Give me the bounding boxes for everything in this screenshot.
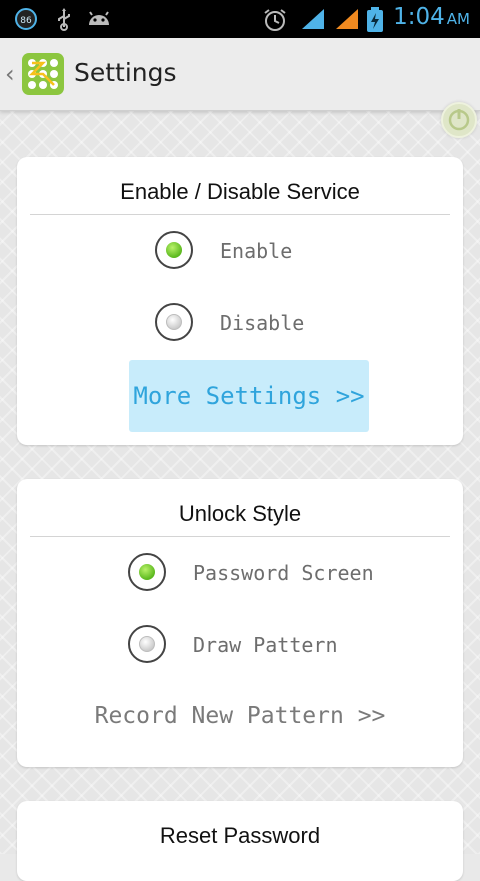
status-time: 1:04 AM bbox=[393, 4, 470, 30]
status-time-ampm: AM bbox=[446, 10, 470, 28]
power-button[interactable] bbox=[441, 102, 477, 138]
alarm-icon bbox=[262, 7, 286, 31]
power-icon bbox=[448, 109, 470, 131]
android-icon bbox=[86, 7, 110, 31]
cell-signal-icon bbox=[334, 7, 358, 31]
draw-pattern-radio[interactable] bbox=[128, 625, 166, 663]
action-bar: ‹ Settings bbox=[0, 38, 480, 111]
status-time-value: 1:04 bbox=[393, 4, 445, 30]
battery-charging-icon bbox=[366, 7, 384, 32]
wifi-signal-icon bbox=[300, 7, 324, 31]
disable-radio-dot bbox=[166, 314, 182, 330]
draw-pattern-label[interactable]: Draw Pattern bbox=[193, 633, 338, 657]
password-screen-radio-dot bbox=[139, 564, 155, 580]
back-caret-icon[interactable]: ‹ bbox=[5, 60, 15, 88]
service-card-title: Enable / Disable Service bbox=[120, 179, 360, 204]
notification-badge-icon: 86 bbox=[14, 7, 38, 31]
enable-radio-dot bbox=[166, 242, 182, 258]
usb-icon bbox=[52, 7, 76, 31]
service-card: Enable / Disable Service Enable Disable … bbox=[17, 157, 463, 445]
enable-label[interactable]: Enable bbox=[220, 239, 292, 263]
notification-badge-count: 86 bbox=[20, 16, 32, 26]
app-pattern-icon[interactable] bbox=[22, 53, 64, 95]
unlock-style-divider bbox=[30, 536, 450, 537]
password-screen-radio[interactable] bbox=[128, 553, 166, 591]
password-screen-label[interactable]: Password Screen bbox=[193, 561, 374, 585]
more-settings-button[interactable]: More Settings >> bbox=[129, 360, 369, 432]
disable-radio[interactable] bbox=[155, 303, 193, 341]
unlock-style-title: Unlock Style bbox=[178, 501, 302, 526]
status-bar: 86 1:04 AM bbox=[0, 0, 480, 38]
reset-password-title: Reset Password bbox=[159, 823, 321, 848]
service-card-divider bbox=[30, 214, 450, 215]
disable-label[interactable]: Disable bbox=[220, 311, 304, 335]
unlock-style-card: Unlock Style Password Screen Draw Patter… bbox=[17, 479, 463, 767]
draw-pattern-radio-dot bbox=[139, 636, 155, 652]
reset-password-card: Reset Password bbox=[17, 801, 463, 881]
page-title: Settings bbox=[74, 58, 177, 87]
enable-radio[interactable] bbox=[155, 231, 193, 269]
record-new-pattern-link[interactable]: Record New Pattern >> bbox=[17, 703, 463, 729]
